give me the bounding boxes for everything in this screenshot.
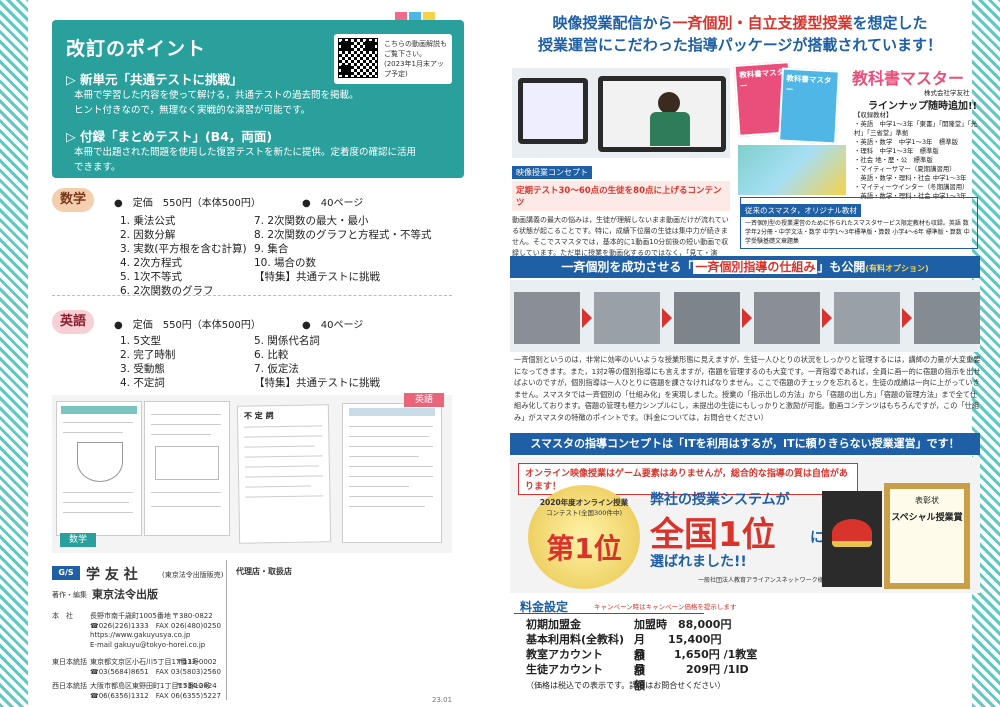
- qr-caption: こちらの動画解説も ご覧下さい。 (2023年1月末アップ予定): [384, 40, 447, 78]
- classroom-photo-6: [914, 292, 980, 344]
- trophy-crown-image: [822, 491, 882, 587]
- price-row-initial: 初期加盟金 加盟時 88,000円: [526, 618, 732, 631]
- english-sample-page-2: [342, 403, 442, 543]
- textbook-master-panel: 教科書マスター 教科書マスター 教科書マスター 株式会社学友社 ラインナップ随時…: [733, 61, 980, 251]
- pricing-footer: （価格は税込での表示です。詳細はお問合せください）: [526, 681, 726, 690]
- editor-label: 著作・編集: [52, 591, 87, 599]
- arrow-icon: [582, 308, 592, 328]
- math-badge: 数学: [52, 188, 94, 212]
- arrow-icon: [742, 308, 752, 328]
- classroom-photo-3: [674, 292, 740, 344]
- catalog-code: 23.01: [432, 696, 453, 704]
- book-series-title: 教科書マスター: [852, 69, 965, 88]
- math-sample-page-2: [144, 401, 230, 536]
- tablet-image: [518, 78, 588, 144]
- award-medal-icon: 2020年度オンライン授業 コンテスト(全国300件中) 第1位: [528, 485, 640, 589]
- teacher-video-image: [598, 76, 726, 152]
- price-row-student: 生徒アカウント 月額 209円 /1ID: [526, 663, 749, 692]
- math-pages: ● 40ページ: [302, 198, 364, 209]
- office-east: 東日本統括 〒112-0002 東京都文京区小石川5丁目17番3号 ☎03(568…: [52, 658, 221, 676]
- price-row-basic: 基本利用料(全教科) 月額 15,400円: [526, 633, 722, 662]
- office-honsha: 本 社 〒380-0822 長野市南千歳町1005番地 ☎026(226)1333…: [52, 612, 221, 649]
- classroom-photo-4: [754, 292, 820, 344]
- point2-title: ▷ 付録「まとめテスト」(B4，両面): [66, 129, 273, 144]
- english-section: 英語 ● 定価 550円（本体500円） ● 40ページ 1. 5文型 2. 完了…: [52, 310, 452, 390]
- point2-text: 本冊で出題された問題を使用した復習テストを新たに提供。定着度の確認に活用 できます…: [74, 147, 417, 173]
- mighty-books-image: [738, 145, 846, 195]
- video-lesson-photo: [512, 68, 730, 158]
- math-items-right: 7. 2次関数の最大・最小 8. 2次関数のグラフと方程式・不等式 9. 集合 10.…: [254, 215, 432, 283]
- price-row-classroom: 教室アカウント 月額 1,650円 /1教室: [526, 648, 758, 677]
- math-price: ● 定価 550円（本体500円）: [114, 198, 261, 209]
- office-west: 西日本統括 〒534-0024 大阪市都島区東野田町1丁目17番12号 ☎06(6…: [52, 682, 221, 700]
- qr-box: こちらの動画解説も ご覧下さい。 (2023年1月末アップ予定): [334, 34, 452, 84]
- left-stripe-border: [0, 0, 28, 707]
- concept-banner: スマスタの指導コンセプトは「ITを利用はするが，ITに頼りきらない授業運営」です…: [510, 433, 980, 455]
- english-badge: 英語: [52, 310, 94, 334]
- english-sample-label: 英語: [404, 393, 444, 407]
- video-concept-label: 映像授業コンセプト: [512, 166, 592, 179]
- book-cover-2: 教科書マスター: [778, 67, 840, 145]
- award-line3: 選ばれました!!: [650, 554, 747, 570]
- revision-points-panel: 改訂のポイント ▷ 新単元「共通テストに挑戦」 本冊で学習した内容を使って解ける…: [52, 20, 464, 178]
- agent-label: 代理店・取扱店: [236, 567, 292, 576]
- editor-name: 東京法令出版: [92, 588, 158, 601]
- award-section: オンライン映像授業はゲーム要素はありませんが，総合的な指導の質は自信があります！…: [510, 457, 980, 593]
- original-materials-box: 従来のスマスタ，オリジナル教材 一斉個別型の授業運営のために作られたスマスタサー…: [740, 197, 978, 249]
- gakuyusha-name: 学 友 社: [86, 567, 138, 583]
- point1-text: 本冊で学習した内容を使って解ける，共通テストの過去問を掲載。 ヒント付きなので，無…: [74, 90, 359, 116]
- english-sample-page-1: 不 定 詞: [236, 404, 332, 544]
- certificate-image: 表彰状 スペシャル授業賞: [884, 483, 970, 589]
- qr-code-icon[interactable]: [338, 38, 378, 78]
- lineup-note: ラインナップ随時追加!!: [868, 101, 978, 112]
- gakuyusha-logo-icon: G/S: [52, 566, 80, 580]
- classroom-photo-2: [594, 292, 660, 344]
- publisher-note: (東京法令出版販売): [162, 571, 224, 579]
- right-page: 映像授業配信から一斉個別・自立支援型授業を想定した 授業運営にこだわった指導パッ…: [500, 0, 1000, 707]
- system-banner: 一斉個別を成功させる「 一斉個別指導の仕組み 」も公開(有料オプション): [510, 256, 980, 278]
- award-org: 一般社団法人教育アライアンスネットワーク様主催: [698, 577, 836, 584]
- english-items-right: 5. 関係代名詞 6. 比較 7. 仮定法 【特集】共通テストに挑戦: [254, 335, 380, 389]
- arrow-icon: [822, 308, 832, 328]
- book-company: 株式会社学友社: [924, 89, 970, 97]
- math-sample-label: 数学: [60, 533, 96, 547]
- main-headline: 映像授業配信から一斉個別・自立支援型授業を想定した 授業運営にこだわった指導パッ…: [538, 14, 942, 54]
- award-line1: 弊社の授業システムが: [650, 492, 790, 508]
- pricing-note: キャンペーン時はキャンペーン価格を提示します: [594, 603, 737, 611]
- video-concept-title: 定期テスト30～60点の生徒を80点に上げるコンテンツ: [512, 181, 730, 211]
- math-sample-page-1: [56, 401, 142, 536]
- award-big: 全国1位: [650, 515, 776, 555]
- english-pages: ● 40ページ: [302, 320, 364, 331]
- english-price: ● 定価 550円（本体500円）: [114, 320, 261, 331]
- left-page: 改訂のポイント ▷ 新単元「共通テストに挑戦」 本冊で学習した内容を使って解ける…: [0, 0, 500, 707]
- arrow-icon: [902, 308, 912, 328]
- sample-pages: 数学 不 定 詞 英語: [52, 393, 452, 553]
- math-section: 数学 ● 定価 550円（本体500円） ● 40ページ 1. 乗法公式 2. 因…: [52, 188, 452, 297]
- ikko-text: 一斉個別というのは，非常に効率のいいような授業形態に見えますが，生徒一人ひとりの…: [514, 355, 981, 422]
- book-list: 【収録教材】 ・英語 中学1～3年「東書」「開隆堂」「光村」「三省堂」準拠 ・英語…: [854, 111, 978, 200]
- arrow-icon: [662, 308, 672, 328]
- classroom-photo-5: [834, 292, 900, 344]
- classroom-photo-1: [514, 292, 580, 344]
